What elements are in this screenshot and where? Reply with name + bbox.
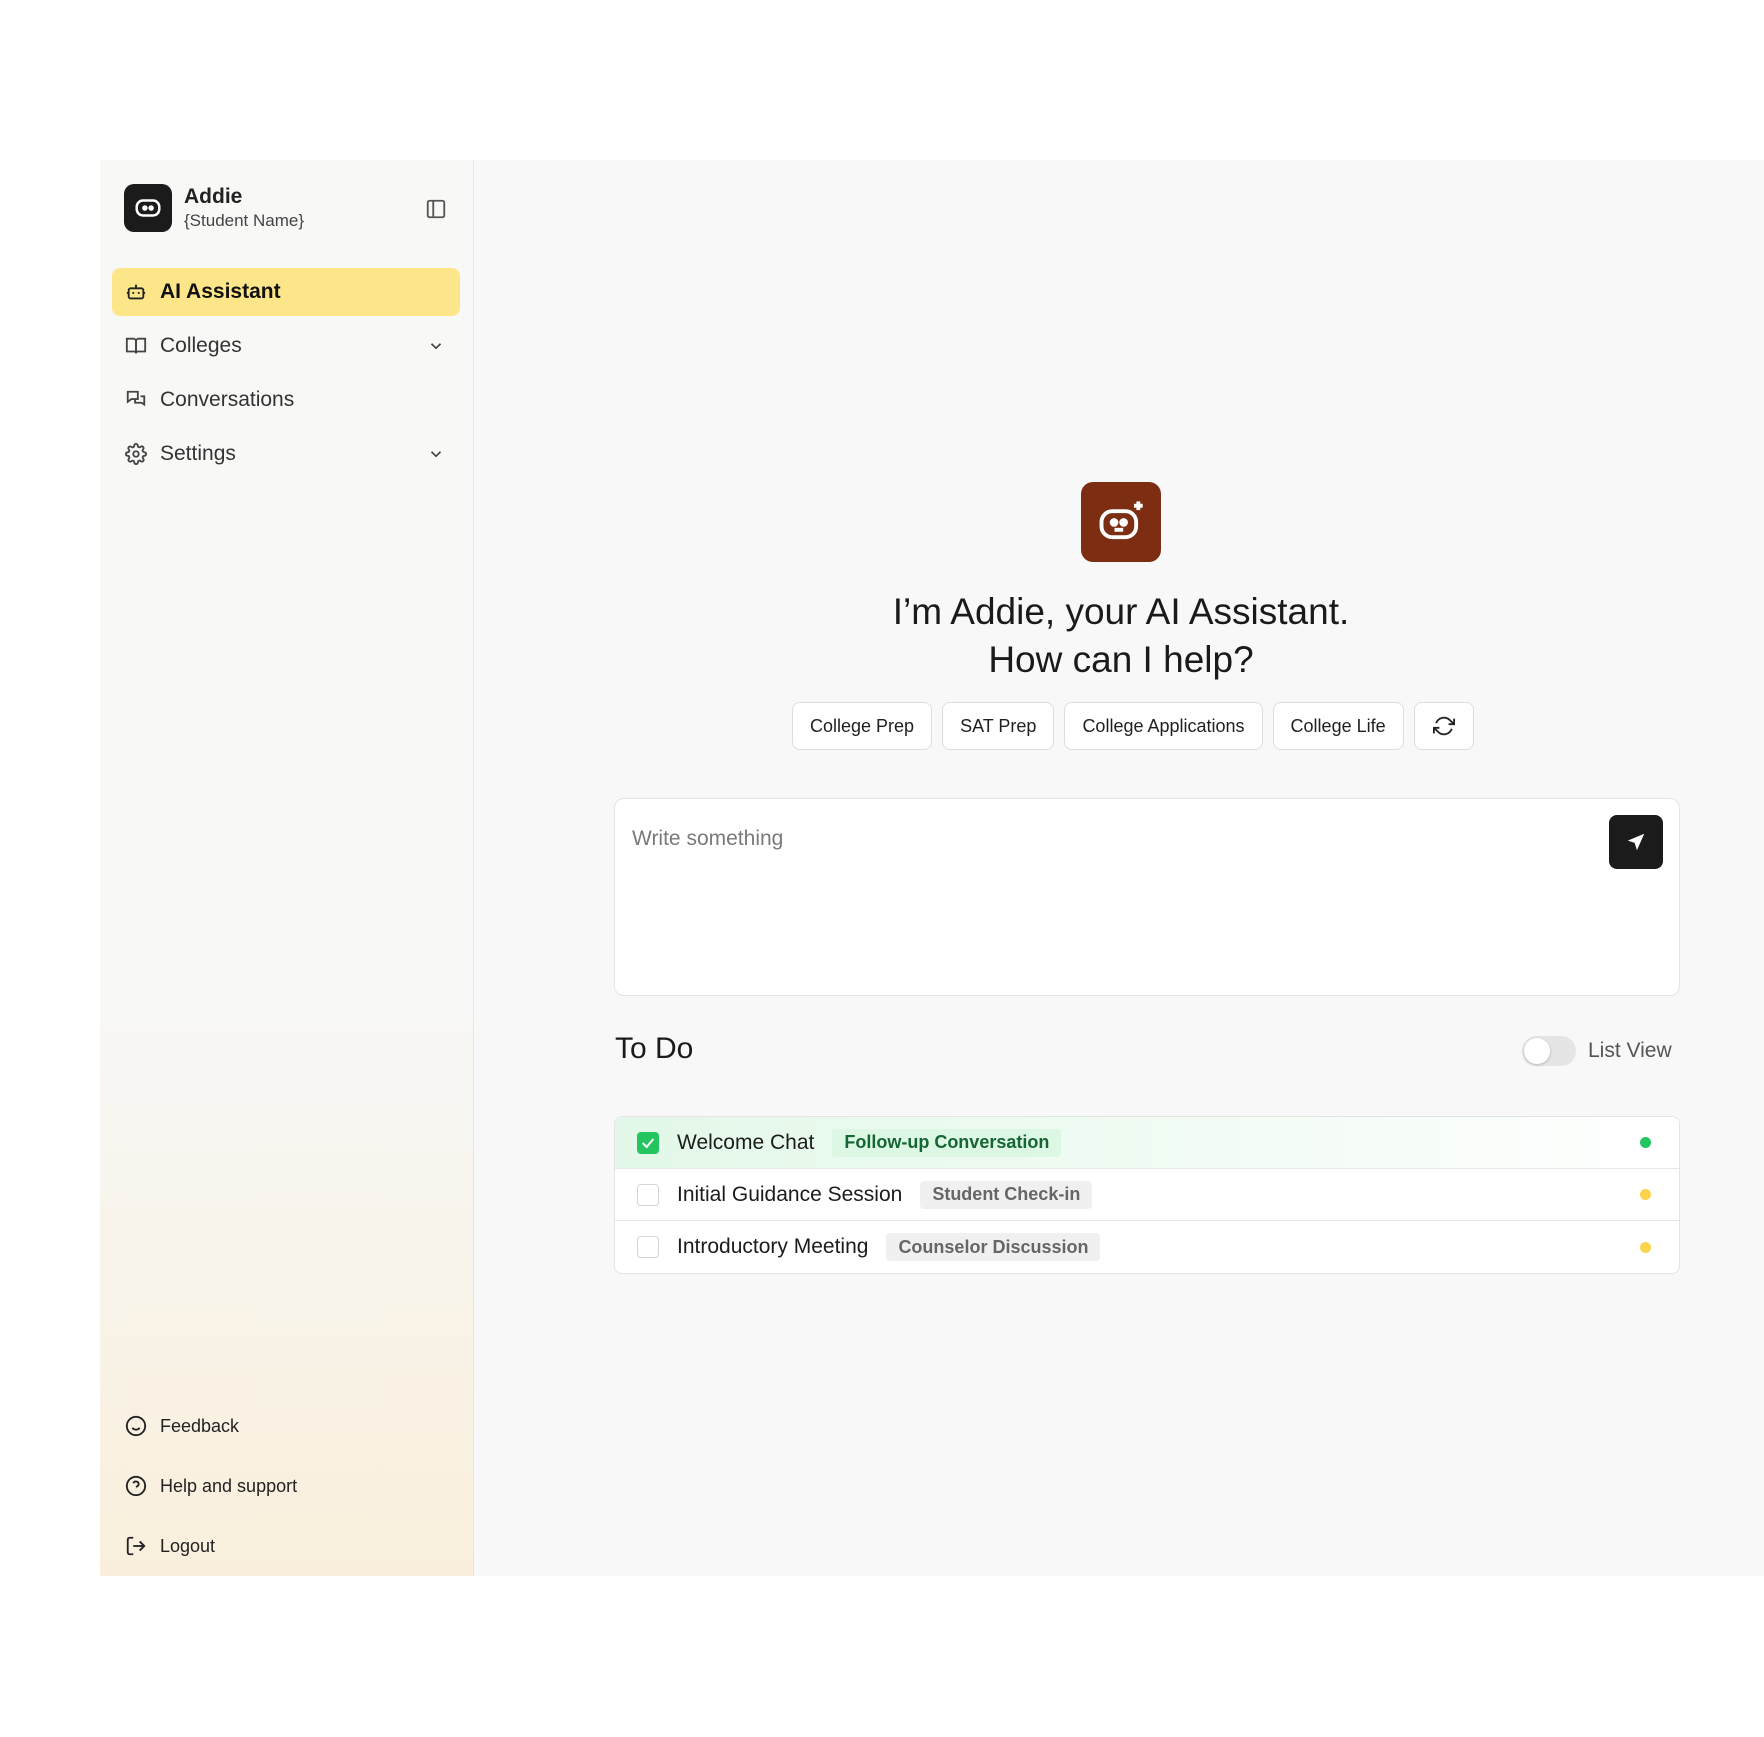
hero-line-1: I’m Addie, your AI Assistant. bbox=[892, 591, 1350, 632]
status-dot bbox=[1640, 1189, 1651, 1200]
sidebar-item-label: AI Assistant bbox=[160, 280, 281, 303]
hero-line-2: How can I help? bbox=[988, 639, 1254, 680]
logout-label: Logout bbox=[160, 1535, 216, 1556]
todo-checkbox[interactable] bbox=[637, 1183, 659, 1206]
feedback-label: Feedback bbox=[160, 1415, 240, 1436]
toggle-label: List View bbox=[1588, 1039, 1672, 1062]
todo-item[interactable]: Welcome Chat Follow-up Conversation bbox=[615, 1117, 1679, 1169]
main-content: I’m Addie, your AI Assistant. How can I … bbox=[474, 160, 1764, 1576]
checkmark-icon bbox=[641, 1137, 655, 1148]
chip-college-applications[interactable]: College Applications bbox=[1064, 702, 1263, 750]
sidebar-item-label: Conversations bbox=[160, 388, 295, 411]
send-button[interactable] bbox=[1609, 815, 1663, 869]
todo-item-title: Initial Guidance Session bbox=[677, 1182, 903, 1206]
sidebar-item-settings[interactable]: Settings bbox=[112, 430, 460, 478]
sidebar-item-ai-assistant[interactable]: AI Assistant bbox=[112, 268, 460, 316]
sidebar-item-colleges[interactable]: Colleges bbox=[112, 322, 460, 370]
status-dot bbox=[1640, 1137, 1651, 1148]
student-name: {Student Name} bbox=[184, 211, 305, 230]
sidebar-item-conversations[interactable]: Conversations bbox=[112, 376, 460, 424]
chat-bubbles-icon bbox=[124, 388, 148, 412]
todo-item-tag: Student Check-in bbox=[920, 1180, 1093, 1209]
brand-name: Addie bbox=[184, 185, 243, 208]
sidebar-item-label: Colleges bbox=[160, 334, 242, 357]
logout-link[interactable]: Logout bbox=[124, 1516, 454, 1576]
assistant-avatar-icon bbox=[1081, 482, 1161, 562]
toggle-knob bbox=[1524, 1038, 1550, 1064]
robot-face-icon bbox=[124, 184, 172, 232]
refresh-suggestions-button[interactable] bbox=[1413, 702, 1474, 750]
help-support-label: Help and support bbox=[160, 1475, 298, 1496]
todo-list: Welcome Chat Follow-up Conversation Init… bbox=[614, 1116, 1680, 1274]
sidebar-item-label: Settings bbox=[160, 442, 236, 465]
todo-item-title: Introductory Meeting bbox=[677, 1235, 869, 1258]
todo-checkbox[interactable] bbox=[637, 1236, 659, 1258]
send-icon bbox=[1627, 833, 1645, 851]
message-composer bbox=[614, 798, 1680, 996]
todo-heading: To Do bbox=[615, 1032, 694, 1065]
refresh-icon bbox=[1432, 716, 1455, 736]
chip-sat-prep[interactable]: SAT Prep bbox=[942, 702, 1055, 750]
todo-item-title: Welcome Chat bbox=[677, 1130, 815, 1154]
message-input[interactable] bbox=[632, 827, 1612, 851]
chip-college-prep[interactable]: College Prep bbox=[792, 702, 933, 750]
sidebar: Addie {Student Name} AI Assistant Colleg… bbox=[100, 160, 474, 1576]
brand-header: Addie {Student Name} bbox=[124, 184, 449, 232]
hero-heading: I’m Addie, your AI Assistant. How can I … bbox=[774, 588, 1468, 684]
brand-text: Addie {Student Name} bbox=[184, 184, 304, 232]
help-circle-icon bbox=[124, 1474, 148, 1498]
robot-icon bbox=[124, 280, 148, 304]
chevron-down-icon[interactable] bbox=[424, 442, 448, 466]
todo-checkbox[interactable] bbox=[637, 1131, 659, 1154]
todo-item[interactable]: Initial Guidance Session Student Check-i… bbox=[615, 1169, 1679, 1221]
gear-icon bbox=[124, 442, 148, 466]
list-view-toggle[interactable]: List View bbox=[1522, 1036, 1680, 1066]
feedback-link[interactable]: Feedback bbox=[124, 1396, 454, 1456]
status-dot bbox=[1640, 1241, 1651, 1253]
chip-college-life[interactable]: College Life bbox=[1272, 702, 1404, 750]
todo-item-tag: Counselor Discussion bbox=[886, 1233, 1101, 1261]
toggle-switch[interactable] bbox=[1522, 1036, 1576, 1066]
suggestion-chips: College Prep SAT Prep College Applicatio… bbox=[792, 702, 1474, 750]
sidebar-toggle-button[interactable] bbox=[423, 196, 449, 222]
todo-item-tag: Follow-up Conversation bbox=[832, 1128, 1062, 1157]
app-window: Addie {Student Name} AI Assistant Colleg… bbox=[100, 160, 1764, 1576]
help-support-link[interactable]: Help and support bbox=[124, 1456, 454, 1516]
sidebar-nav: AI Assistant Colleges Conversations Sett… bbox=[112, 268, 460, 484]
logout-icon bbox=[124, 1534, 148, 1558]
todo-item[interactable]: Introductory Meeting Counselor Discussio… bbox=[615, 1221, 1679, 1273]
smiley-icon bbox=[124, 1414, 148, 1438]
book-open-icon bbox=[124, 334, 148, 358]
chevron-down-icon[interactable] bbox=[424, 334, 448, 358]
sidebar-footer: Feedback Help and support Logout bbox=[124, 1396, 454, 1576]
sidebar-panel-icon bbox=[426, 199, 446, 219]
